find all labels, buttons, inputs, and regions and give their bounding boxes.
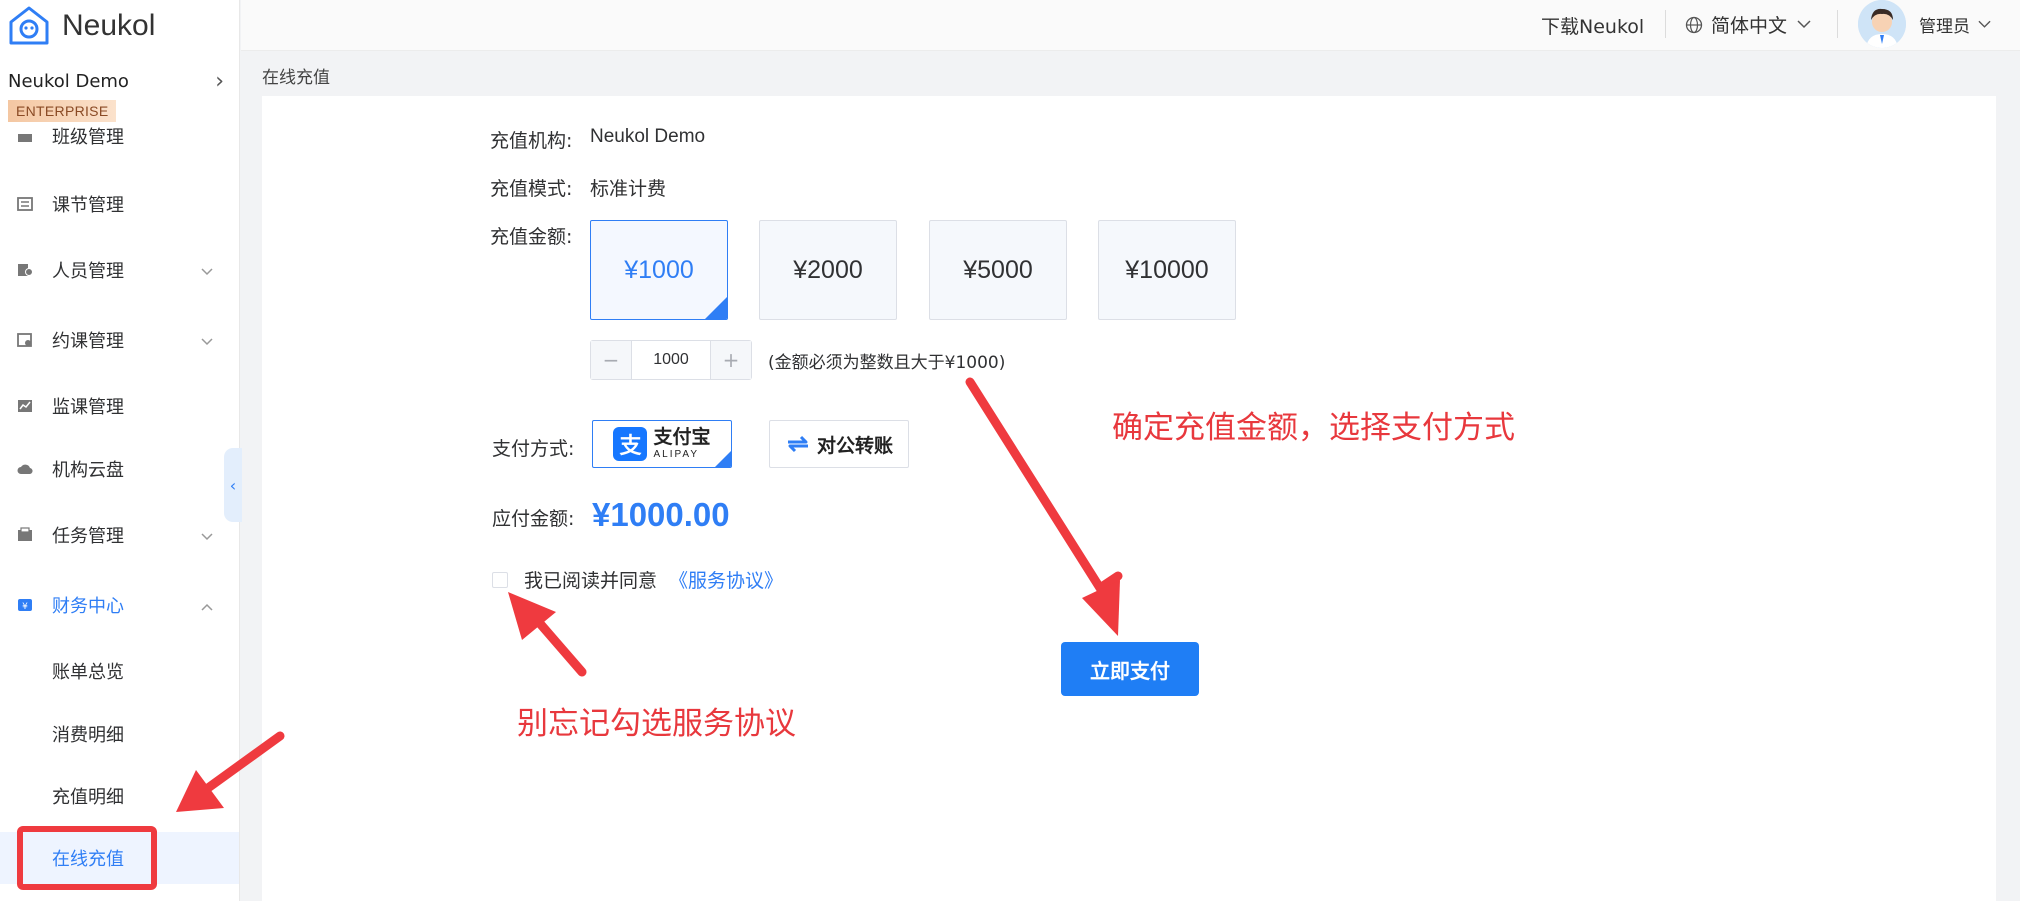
mode-label: 充值模式: [490,178,573,200]
alipay-cn-label: 支付宝 [653,426,711,448]
sidebar-item-lessons[interactable]: 课节管理 [0,178,239,230]
alipay-mark-icon: 支 [613,427,648,461]
alipay-logo: 支 支付宝 ALIPAY [613,426,711,461]
avatar-image [1858,0,1906,48]
breadcrumb: 在线充值 [262,68,330,88]
download-link[interactable]: 下载Neukol [1541,12,1644,39]
avatar[interactable] [1858,0,1906,48]
app-name: Neukol [62,9,156,42]
chevron-up-icon [201,595,213,616]
alipay-en-label: ALIPAY [653,449,700,460]
sidebar-subitem-label: 消费明细 [52,725,124,746]
increment-button[interactable]: + [710,341,751,379]
mode-value: 标准计费 [590,178,667,200]
header-divider [1665,10,1666,38]
finance-icon: ¥ [16,596,34,614]
language-label: 简体中文 [1711,15,1788,37]
org-label: 充值机构: [490,130,573,152]
amount-option-label: ¥1000 [624,255,694,284]
pay-option-alipay[interactable]: 支 支付宝 ALIPAY [592,420,732,468]
service-agreement-link[interactable]: 《服务协议》 [669,566,783,593]
cloud-icon [16,460,34,478]
agreement-text: 我已阅读并同意 [524,570,658,592]
svg-text:¥: ¥ [22,602,28,612]
annotation-choose-amount: 确定充值金额，选择支付方式 [1112,410,1515,446]
user-name: 管理员 [1919,17,1970,37]
org-name: Neukol Demo [8,70,129,92]
calendar-icon [16,331,34,349]
sidebar-item-label: 财务中心 [52,596,124,617]
annotation-check-agreement: 别忘记勾选服务协议 [517,706,796,742]
sidebar-collapse-button[interactable]: ‹ [224,448,242,522]
chevron-down-icon [1797,20,1811,29]
sidebar-subitem-recharge-detail[interactable]: 充值明细 [0,770,239,822]
org-value: Neukol Demo [590,126,706,147]
sidebar-item-label: 机构云盘 [52,460,124,481]
sidebar-item-label: 人员管理 [52,261,124,282]
pay-now-button[interactable]: 立即支付 [1061,642,1199,696]
amount-option-label: ¥2000 [793,255,863,284]
pay-option-transfer[interactable]: 对公转账 [769,420,909,468]
people-icon [16,261,34,279]
sidebar-item-classes[interactable]: 班级管理 [0,116,239,156]
sidebar-item-finance[interactable]: ¥ 财务中心 [0,579,239,631]
chevron-left-icon: ‹ [229,475,237,495]
sidebar-subitem-bill-overview[interactable]: 账单总览 [0,645,239,697]
recharge-card [262,96,1996,901]
selected-corner-mark [705,297,727,319]
org-switcher[interactable]: Neukol Demo › [8,68,224,94]
chevron-down-icon [201,260,213,281]
chevron-down-icon [201,330,213,351]
amount-option-5000[interactable]: ¥5000 [929,220,1067,320]
sidebar-item-people[interactable]: 人员管理 [0,244,239,296]
due-amount: ¥1000.00 [592,496,730,533]
chevron-down-icon [1978,20,1991,28]
sidebar-subitem-label: 账单总览 [52,662,124,683]
transfer-icon [787,435,808,453]
top-header: 下载Neukol 简体中文 管理员 [241,0,2020,51]
sidebar-subitem-consumption[interactable]: 消费明细 [0,708,239,760]
sidebar-item-booking[interactable]: 约课管理 [0,314,239,366]
annotation-highlight-box [17,826,157,890]
sidebar-item-label: 班级管理 [52,127,124,148]
amount-option-10000[interactable]: ¥10000 [1098,220,1236,320]
pay-method-label: 支付方式: [492,438,575,460]
selected-corner-mark [715,451,731,467]
header-divider [1837,10,1838,38]
agreement-checkbox[interactable] [492,571,508,588]
task-icon [16,526,34,544]
sidebar-item-label: 课节管理 [52,195,124,216]
amount-option-2000[interactable]: ¥2000 [759,220,897,320]
sidebar-item-label: 监课管理 [52,397,124,418]
amount-hint: (金额必须为整数且大于¥1000) [768,353,1006,373]
decrement-button[interactable]: − [591,341,632,379]
home-logo-icon [9,6,49,45]
sidebar-item-cloud[interactable]: 机构云盘 [0,443,239,495]
language-switcher[interactable]: 简体中文 [1685,11,1811,38]
due-label: 应付金额: [492,508,575,530]
sidebar-item-label: 约课管理 [52,331,124,352]
amount-stepper: − + [590,340,752,380]
chevron-down-icon [201,525,213,546]
amount-option-label: ¥10000 [1125,255,1209,284]
globe-icon [1685,16,1703,33]
sidebar-item-label: 任务管理 [52,526,124,547]
user-menu[interactable]: 管理员 [1919,12,1991,37]
chevron-right-icon: › [215,68,224,94]
amount-input[interactable] [632,341,710,379]
sidebar-subitem-label: 充值明细 [52,787,124,808]
sidebar-item-tasks[interactable]: 任务管理 [0,509,239,561]
amount-label: 充值金额: [490,226,573,248]
sidebar: Neukol Neukol Demo › ENTERPRISE 班级管理 课节管… [0,0,242,901]
list-icon [16,195,34,213]
amount-option-1000[interactable]: ¥1000 [590,220,728,320]
monitor-icon [16,397,34,415]
class-icon [16,127,34,145]
amount-option-label: ¥5000 [963,255,1033,284]
sidebar-item-monitor[interactable]: 监课管理 [0,380,239,432]
app-logo[interactable]: Neukol [8,4,155,48]
transfer-label: 对公转账 [816,434,893,457]
agreement-row: 我已阅读并同意 《服务协议》 [492,566,783,593]
